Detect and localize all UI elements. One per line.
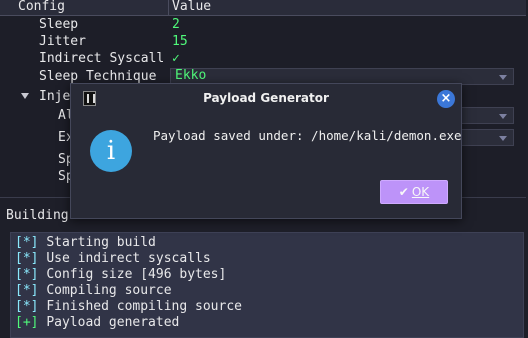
dialog-title: Payload Generator [203,91,329,105]
expand-arrow-icon[interactable] [21,93,29,99]
column-header-value[interactable]: Value [172,0,211,14]
tree-key: Jitter [39,34,86,49]
building-label: Building [6,208,69,223]
column-separator [168,0,169,15]
log-text: Payload generated [46,315,180,330]
log-prefix: [*] [15,299,39,314]
log-text: Use indirect syscalls [46,251,211,266]
log-prefix: [*] [15,251,39,266]
ok-button-label: OK [411,185,430,199]
log-text: Starting build [46,235,156,250]
log-prefix: [+] [15,315,39,330]
tree-row-jitter[interactable]: Jitter 15 [0,33,526,50]
payload-generator-dialog: Payload Generator × i Payload saved unde… [70,83,462,219]
log-line: [*] Finished compiling source [15,299,519,315]
dialog-message: Payload saved under: /home/kali/demon.ex… [153,128,462,143]
column-header-config[interactable]: Config [18,0,65,14]
tree-key: Indirect Syscall [39,51,165,66]
log-prefix: [*] [15,235,39,250]
log-line: [*] Config size [496 bytes] [15,267,519,283]
tree-value[interactable]: 2 [172,16,180,33]
app-icon [83,91,96,106]
select-value: Ekko [175,68,207,83]
check-icon: ✔ [398,185,409,199]
log-text: Config size [496 bytes] [46,267,227,282]
log-line: [*] Starting build [15,235,519,251]
tree-row-indirect-syscall[interactable]: Indirect Syscall ✓ [0,50,526,67]
tree-header: Config Value [0,0,526,16]
tree-row-sleep[interactable]: Sleep 2 [0,16,526,33]
info-icon: i [90,130,132,172]
ok-button[interactable]: ✔ OK [380,180,448,204]
log-text: Compiling source [46,283,172,298]
tree-value[interactable]: 15 [172,33,188,50]
log-line: [*] Use indirect syscalls [15,251,519,267]
log-line: [*] Compiling source [15,283,519,299]
log-text: Finished compiling source [46,299,242,314]
chevron-down-icon[interactable] [499,75,507,80]
tree-key: Sleep [39,17,79,32]
close-button[interactable]: × [437,90,455,108]
log-prefix: [*] [15,267,39,282]
log-line: [+] Payload generated [15,315,519,331]
build-log[interactable]: [*] Starting build [*] Use indirect sysc… [10,232,524,338]
log-prefix: [*] [15,283,39,298]
checkmark-icon[interactable]: ✓ [172,50,180,67]
